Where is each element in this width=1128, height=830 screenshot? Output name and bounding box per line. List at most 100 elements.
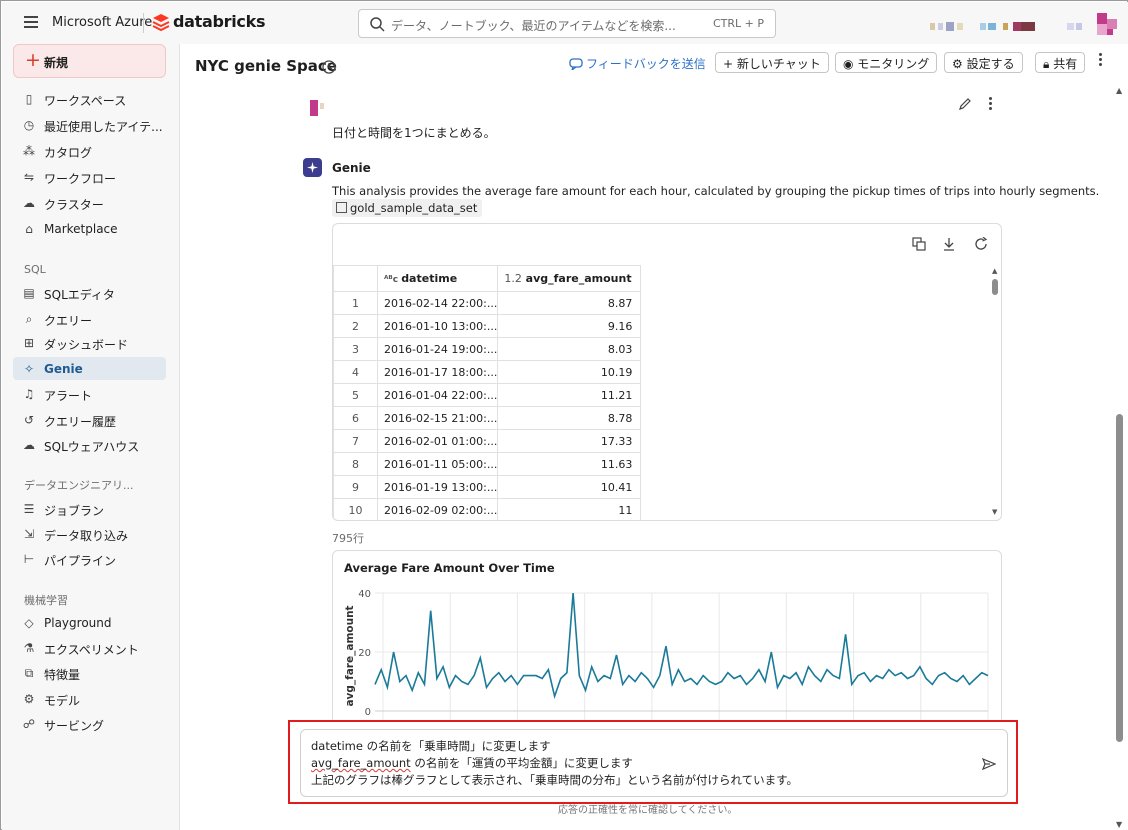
settings-button[interactable]: ⚙ 設定する	[944, 52, 1023, 73]
sidebar-item-models[interactable]: ⚙ モデル	[13, 687, 166, 710]
sidebar-item-label: 特徴量	[44, 668, 81, 682]
table-row[interactable]: 8 2016-01-11 05:00:... 11.63	[333, 452, 642, 476]
sidebar-item-alerts[interactable]: ♫ アラート	[13, 382, 166, 405]
message-more-icon[interactable]	[988, 97, 994, 113]
sidebar-item-genie[interactable]: ✧ Genie	[13, 357, 166, 380]
page-scrollbar[interactable]	[1116, 414, 1123, 742]
eye-icon: ◉	[843, 57, 858, 71]
new-button-label: 新規	[44, 56, 69, 70]
page-scroll-up-icon[interactable]: ▲	[1116, 86, 1122, 95]
sidebar-item-sql-editor[interactable]: ▤ SQLエディタ	[13, 281, 166, 304]
search-bar[interactable]: データ、ノートブック、最近のアイテムなどを検索... CTRL + P	[358, 9, 776, 38]
history-icon[interactable]	[321, 59, 337, 75]
series-line[interactable]	[374, 592, 989, 700]
playground-icon: ◇	[24, 616, 34, 630]
row-number: 2	[333, 314, 378, 338]
sql-editor-icon: ▤	[23, 286, 35, 300]
share-button[interactable]: 🔒︎ 共有	[1035, 52, 1086, 73]
table-row[interactable]: 5 2016-01-04 22:00:... 11.21	[333, 383, 642, 407]
databricks-logo-icon[interactable]	[152, 13, 170, 33]
feature-icon: ⧉	[24, 666, 34, 680]
databricks-brand[interactable]: databricks	[173, 12, 265, 31]
cell-datetime: 2016-01-10 13:00:...	[376, 314, 499, 338]
sidebar-item-workspace[interactable]: ▯ ワークスペース	[13, 87, 166, 110]
copy-icon[interactable]	[912, 237, 926, 251]
sidebar-item-sql-warehouses[interactable]: ☁ SQLウェアハウス	[13, 433, 166, 456]
serving-icon: ☍	[22, 717, 36, 731]
new-chat-button[interactable]: + 新しいチャット	[715, 52, 829, 73]
menu-icon[interactable]	[24, 16, 38, 28]
cell-avg-fare: 10.41	[497, 475, 642, 499]
cell-avg-fare: 11.63	[497, 452, 642, 476]
sidebar-item-pipelines[interactable]: ⊢ パイプライン	[13, 547, 166, 570]
sidebar-item-serving[interactable]: ☍ サービング	[13, 712, 166, 735]
dataset-chip[interactable]: gold_sample_data_set	[332, 199, 483, 217]
table-row[interactable]: 10 2016-02-09 02:00:... 11	[333, 498, 642, 520]
sidebar-item-features[interactable]: ⧉ 特徴量	[13, 661, 166, 684]
table-icon	[336, 202, 347, 213]
sidebar-item-label: ダッシュボード	[44, 338, 129, 352]
workspace-selector-blurred[interactable]	[930, 20, 1090, 31]
table-row[interactable]: 7 2016-02-01 01:00:... 17.33	[333, 429, 642, 453]
row-number: 7	[333, 429, 378, 453]
more-options-icon[interactable]	[1098, 53, 1104, 69]
sidebar-item-queries[interactable]: ⌕ クエリー	[13, 307, 166, 330]
table-scrollbar[interactable]	[992, 279, 998, 295]
sidebar-item-clusters[interactable]: ☁ クラスター	[13, 191, 166, 214]
sidebar-item-job-runs[interactable]: ☰ ジョブラン	[13, 497, 166, 520]
cell-datetime: 2016-01-19 13:00:...	[376, 475, 499, 499]
table-scroll-up-icon[interactable]: ▲	[992, 267, 997, 275]
ingest-icon: ⇲	[23, 527, 35, 541]
send-icon[interactable]	[982, 757, 996, 771]
sidebar-item-dashboards[interactable]: ⊞ ダッシュボード	[13, 331, 166, 354]
sidebar-item-marketplace[interactable]: ⌂ Marketplace	[13, 217, 166, 240]
page-title: NYC genie Space	[195, 57, 337, 75]
input-line-2: avg_fare_amount の名前を「運賃の平均金額」に変更します	[311, 755, 633, 771]
table-row[interactable]: 1 2016-02-14 22:00:... 8.87	[333, 291, 642, 315]
monitoring-button[interactable]: ◉ モニタリング	[835, 52, 938, 73]
sidebar-item-workflows[interactable]: ⇋ ワークフロー	[13, 165, 166, 188]
jobs-icon: ☰	[23, 502, 35, 516]
sidebar-item-experiments[interactable]: ⚗ エクスペリメント	[13, 636, 166, 659]
sidebar-item-data-ingestion[interactable]: ⇲ データ取り込み	[13, 522, 166, 545]
table-row[interactable]: 4 2016-01-17 18:00:... 10.19	[333, 360, 642, 384]
table-row[interactable]: 2 2016-01-10 13:00:... 9.16	[333, 314, 642, 338]
sidebar-item-recents[interactable]: ◷ 最近使用したアイテ...	[13, 113, 166, 136]
new-button[interactable]: + 新規	[13, 44, 166, 78]
table-viewport[interactable]: ᴬᴮc datetime 1.2 avg_fare_amount 1 2016-0…	[333, 265, 988, 520]
sidebar-item-playground[interactable]: ◇ Playground	[13, 611, 166, 634]
cell-datetime: 2016-01-11 05:00:...	[376, 452, 499, 476]
table-scroll-down-icon[interactable]: ▼	[992, 508, 997, 516]
result-table: ᴬᴮc datetime 1.2 avg_fare_amount 1 2016-0…	[333, 265, 642, 520]
refresh-icon[interactable]	[974, 237, 988, 251]
result-table-card: ᴬᴮc datetime 1.2 avg_fare_amount 1 2016-0…	[332, 223, 1002, 521]
sidebar-item-label: SQLウェアハウス	[44, 440, 140, 454]
table-row[interactable]: 6 2016-02-15 21:00:... 8.78	[333, 406, 642, 430]
page-scroll-down-icon[interactable]: ▼	[1116, 820, 1122, 829]
download-icon[interactable]	[942, 237, 956, 251]
sidebar-item-label: ワークフロー	[44, 172, 117, 186]
pencil-icon[interactable]	[958, 97, 972, 111]
table-row[interactable]: 9 2016-01-19 13:00:... 10.41	[333, 475, 642, 499]
sidebar-item-label: Playground	[44, 616, 112, 630]
sidebar-item-label: アラート	[44, 389, 93, 403]
cell-avg-fare: 8.03	[497, 337, 642, 361]
sidebar-item-query-history[interactable]: ↺ クエリー履歴	[13, 408, 166, 431]
share-label: 共有	[1053, 57, 1078, 71]
workspace-icon: ▯	[25, 92, 33, 106]
sidebar-item-label: データ取り込み	[44, 529, 129, 543]
sidebar: + 新規 ▯ ワークスペース ◷ 最近使用したアイテ... ⁂ カタログ ⇋ ワ…	[2, 44, 179, 830]
user-avatar-icon[interactable]	[1097, 13, 1117, 35]
sidebar-item-label: クエリー履歴	[44, 415, 117, 429]
cell-avg-fare: 11	[497, 498, 642, 520]
sidebar-item-catalog[interactable]: ⁂ カタログ	[13, 139, 166, 162]
column-header-avg-fare[interactable]: 1.2 avg_fare_amount	[497, 265, 642, 292]
feedback-link[interactable]: フィードバックを送信	[569, 55, 706, 72]
chat-input[interactable]: datetime の名前を「乗車時間」に変更します avg_fare_amoun…	[300, 729, 1008, 797]
sidebar-item-label: Marketplace	[44, 222, 118, 236]
section-sql: SQL	[24, 263, 46, 276]
table-row[interactable]: 3 2016-01-24 19:00:... 8.03	[333, 337, 642, 361]
column-header-datetime[interactable]: ᴬᴮc datetime	[376, 265, 499, 292]
sidebar-item-label: Genie	[44, 362, 83, 376]
cell-avg-fare: 11.21	[497, 383, 642, 407]
